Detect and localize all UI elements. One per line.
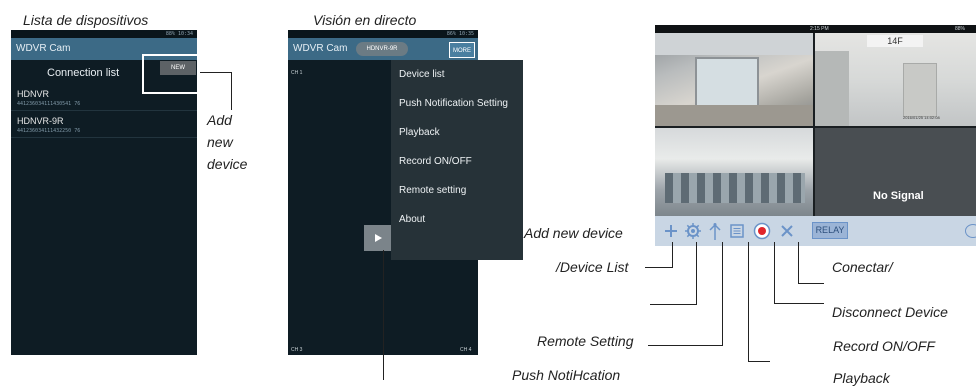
device-item-name[interactable]: HDNVR	[17, 89, 49, 99]
status-bar: 2:15 PM 88%	[655, 25, 976, 33]
connector-line	[722, 242, 723, 346]
annotation-add-device-list-2: /Device List	[556, 259, 629, 275]
relay-button[interactable]: RELAY	[812, 222, 848, 239]
connector-line	[798, 242, 799, 284]
camera-view-3[interactable]	[655, 128, 813, 216]
status-text: 86% 10:35	[446, 31, 474, 37]
menu-item-push-notification[interactable]: Push Notification Setting	[399, 98, 508, 109]
connector-line	[200, 72, 232, 73]
record-icon	[753, 222, 771, 240]
menu-item-record[interactable]: Record ON/OFF	[399, 156, 472, 167]
annotation-push-notification: Push NotiHcation	[512, 367, 621, 383]
playback-button[interactable]	[727, 216, 747, 246]
connector-line	[650, 304, 697, 305]
app-title: WDVR Cam	[293, 43, 348, 54]
channel-label: CH 1	[291, 70, 303, 76]
menu-item-remote-setting[interactable]: Remote setting	[399, 185, 466, 196]
new-button-highlight	[142, 54, 200, 94]
annotation-add-new-device: Add new device	[207, 112, 247, 173]
camera-floor	[655, 105, 813, 126]
divider	[11, 137, 197, 138]
play-icon	[375, 234, 382, 242]
status-bar: 86% 10:35	[288, 30, 478, 38]
connector-line	[774, 303, 824, 304]
camera-window	[695, 57, 759, 107]
annotation-playback: Playback	[833, 370, 890, 386]
device-item-id: 441236034111432250 76	[17, 128, 81, 134]
connector-line	[672, 242, 673, 268]
annotation-text: new	[207, 134, 233, 150]
divider	[11, 110, 197, 111]
more-circle-icon[interactable]	[965, 224, 976, 238]
app-title: WDVR Cam	[16, 43, 71, 54]
annotation-text: Add	[207, 112, 232, 128]
connector-line	[798, 283, 824, 284]
menu-item-device-list[interactable]: Device list	[399, 69, 445, 80]
camera-ceiling	[655, 33, 813, 55]
gear-icon	[685, 223, 701, 239]
device-item-name[interactable]: HDNVR-9R	[17, 116, 64, 126]
status-time: 2:15 PM	[810, 26, 829, 32]
add-device-button[interactable]	[661, 216, 681, 246]
status-bar: 88% 10:34	[11, 30, 197, 38]
disconnect-icon	[781, 225, 793, 237]
remote-setting-button[interactable]	[683, 216, 703, 246]
antenna-icon	[709, 223, 721, 240]
annotation-text: device	[207, 156, 248, 172]
camera-wall	[815, 51, 849, 126]
connector-line	[231, 72, 232, 110]
status-text: 88% 10:34	[165, 31, 193, 37]
more-button[interactable]: MORE	[449, 42, 475, 58]
live-toolbar: RELAY	[655, 216, 976, 246]
channel-label: CH 3	[291, 347, 303, 353]
device-item-id: 441236034111430541 76	[17, 101, 81, 107]
status-battery: 88%	[955, 26, 966, 32]
push-notification-button[interactable]	[707, 216, 723, 246]
annotation-disconnect-device: Disconnect Device	[832, 304, 948, 320]
connector-line	[383, 250, 384, 380]
floor-badge: 14F	[867, 35, 923, 47]
connector-line	[748, 242, 749, 362]
disconnect-button[interactable]	[777, 216, 797, 246]
annotation-conectar: Conectar/	[832, 259, 893, 275]
camera-door	[903, 63, 937, 117]
connector-line	[774, 242, 775, 304]
annotation-add-device-list-1: Add new device	[524, 225, 623, 241]
camera-view-1[interactable]	[655, 33, 813, 126]
camera-desks	[665, 173, 805, 203]
camera-timestamp: 2016/01/25 14:02:08	[903, 115, 940, 120]
camera-view-2[interactable]: 14F 2016/01/25 14:02:08	[815, 33, 976, 126]
no-signal-text: No Signal	[873, 190, 924, 202]
connector-line	[748, 361, 770, 362]
menu-item-playback[interactable]: Playback	[399, 127, 440, 138]
connector-line	[645, 267, 673, 268]
menu-item-about[interactable]: About	[399, 214, 425, 225]
annotation-remote-setting: Remote Setting	[537, 333, 634, 349]
device-tab[interactable]: HDNVR-9R	[356, 42, 408, 56]
record-button[interactable]	[751, 216, 773, 246]
more-menu: Device list Push Notification Setting Pl…	[391, 60, 523, 260]
multi-channel-screen: 2:15 PM 88% 14F 2016/01/25 14:02:08 No S…	[655, 25, 976, 216]
connector-line	[648, 345, 723, 346]
camera-view-4[interactable]: No Signal	[815, 128, 976, 216]
connection-list-title: Connection list	[47, 67, 120, 79]
plus-icon	[665, 225, 677, 237]
annotation-record-on-off: Record ON/OFF	[833, 338, 935, 354]
channel-label: CH 4	[460, 347, 472, 353]
play-button[interactable]	[364, 225, 392, 251]
caption-device-list: Lista de dispositivos	[23, 12, 149, 28]
list-icon	[730, 224, 744, 238]
connector-line	[696, 242, 697, 305]
caption-live-view: Visión en directo	[313, 12, 417, 28]
